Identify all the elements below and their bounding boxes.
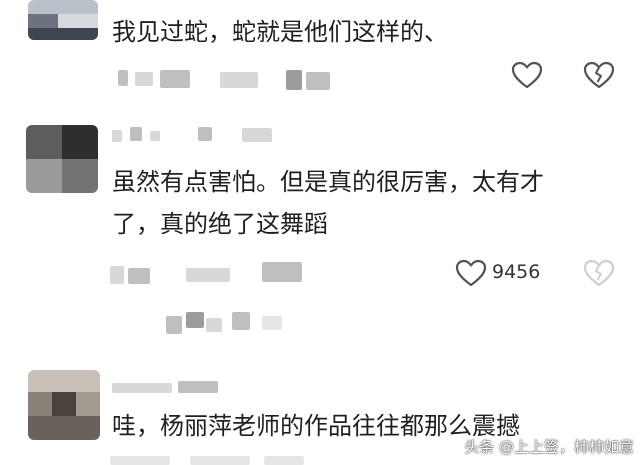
blurred-text — [220, 72, 258, 88]
avatar-pixel — [76, 392, 100, 416]
blurred-text — [112, 383, 172, 393]
blurred-text — [186, 268, 230, 282]
heart-outline-icon[interactable] — [510, 60, 544, 90]
blurred-text — [264, 456, 304, 465]
avatar-pixel — [26, 159, 62, 193]
blurred-text — [262, 316, 282, 330]
blurred-text — [110, 456, 170, 465]
avatar-pixel — [28, 0, 98, 14]
like-count: 9456 — [492, 261, 541, 283]
blurred-text — [198, 127, 212, 141]
broken-heart-icon[interactable] — [582, 258, 616, 288]
avatar[interactable] — [28, 370, 100, 440]
avatar-pixel — [62, 159, 98, 193]
avatar-pixel — [28, 14, 58, 28]
avatar-pixel — [26, 125, 62, 159]
blurred-text — [112, 130, 122, 142]
blurred-text — [232, 312, 250, 330]
blurred-text — [206, 318, 222, 332]
blurred-text — [242, 128, 272, 142]
blurred-text — [135, 72, 153, 86]
broken-heart-icon[interactable] — [582, 60, 616, 90]
blurred-text — [190, 456, 250, 465]
avatar-pixel — [28, 28, 98, 40]
avatar[interactable] — [28, 0, 98, 40]
avatar-pixel — [28, 416, 100, 440]
comment-text-line-1: 虽然有点害怕。但是真的很厉害，太有才 — [112, 168, 544, 196]
avatar-pixel — [58, 14, 98, 28]
avatar[interactable] — [26, 125, 98, 193]
watermark: 头条 @上上签，柿柿如意 — [464, 438, 634, 456]
blurred-text — [118, 70, 128, 86]
blurred-text — [150, 131, 160, 141]
avatar-pixel — [62, 125, 98, 159]
blurred-text — [262, 262, 302, 282]
blurred-text — [286, 70, 302, 90]
avatar-pixel — [28, 392, 52, 416]
comment-text: 我见过蛇，蛇就是他们这样的、 — [112, 18, 448, 46]
heart-outline-icon[interactable] — [454, 258, 488, 288]
blurred-text — [166, 316, 182, 334]
blurred-text — [306, 72, 330, 90]
blurred-text — [186, 312, 204, 328]
blurred-text — [128, 268, 150, 284]
comment-text: 哇，杨丽萍老师的作品往往都那么震撼 — [112, 412, 520, 440]
blurred-text — [130, 127, 142, 141]
avatar-pixel — [28, 370, 100, 392]
blurred-text — [110, 266, 124, 284]
blurred-text — [178, 381, 218, 393]
blurred-text — [160, 70, 190, 88]
comment-text-line-2: 了，真的绝了这舞蹈 — [112, 210, 328, 238]
avatar-pixel — [52, 392, 76, 416]
